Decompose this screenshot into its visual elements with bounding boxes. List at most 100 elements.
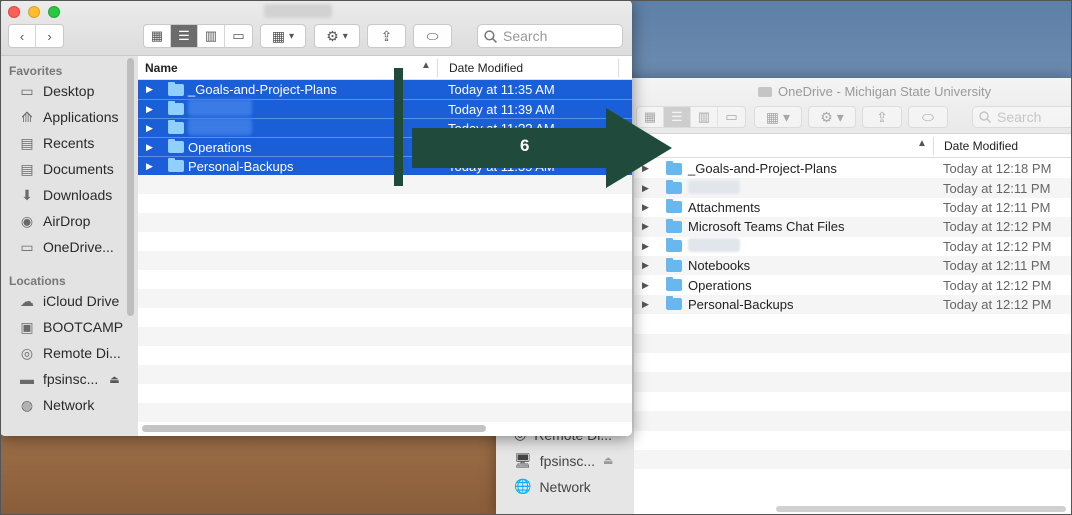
- disclosure-triangle-icon[interactable]: ▶: [642, 221, 652, 232]
- disclosure-triangle-icon[interactable]: ▶: [146, 104, 156, 115]
- file-name: [188, 99, 448, 119]
- sidebar-item-computer[interactable]: ▬ fpsinsc... ⏏: [18, 370, 120, 388]
- folder-icon: [168, 158, 184, 172]
- empty-row: [138, 308, 632, 327]
- gear-icon: ⚙: [326, 27, 339, 44]
- gear-icon[interactable]: ⚙ ▾: [808, 106, 856, 128]
- eject-icon[interactable]: ⏏: [109, 373, 119, 386]
- close-window-button[interactable]: [8, 6, 20, 18]
- sidebar-item-cloud[interactable]: ☁ iCloud Drive: [18, 292, 119, 310]
- icon-view-icon[interactable]: ▦: [144, 25, 171, 47]
- sidebar-heading-favorites: Favorites: [9, 64, 63, 78]
- empty-row: [634, 469, 1072, 488]
- table-row[interactable]: ▶ Microsoft Teams Chat Files Today at 12:1…: [634, 217, 1072, 237]
- sidebar-item-applications[interactable]: ⟰ Applications: [18, 108, 118, 126]
- sidebar-item-disk[interactable]: ▣ BOOTCAMP: [18, 318, 123, 336]
- date-modified: Today at 12:12 PM: [943, 277, 1052, 293]
- disclosure-triangle-icon[interactable]: ▶: [642, 280, 652, 291]
- zoom-window-button[interactable]: [48, 6, 60, 18]
- date-modified: Today at 12:12 PM: [943, 219, 1052, 235]
- gallery-view-icon[interactable]: ▭: [718, 107, 745, 127]
- list-view-icon[interactable]: ☰: [171, 25, 198, 47]
- column-header-name[interactable]: Name: [145, 61, 178, 75]
- view-switcher[interactable]: ▦ ☰ ▥ ▭: [143, 24, 253, 48]
- group-by-button[interactable]: ▦ ▾: [260, 24, 306, 48]
- action-button[interactable]: ⚙ ▾: [314, 24, 360, 48]
- gallery-view-icon[interactable]: ▭: [225, 25, 252, 47]
- file-name: Attachments: [688, 199, 761, 215]
- eject-icon[interactable]: ⏏: [603, 454, 613, 467]
- empty-row: [634, 450, 1072, 470]
- table-row[interactable]: ▶ Personal-Backups Today at 12:12 PM: [634, 294, 1072, 315]
- drag-arrow-icon: [412, 108, 672, 188]
- sidebar-item-network[interactable]: 🌐 Network: [514, 478, 591, 495]
- sidebar-item-network[interactable]: ◍ Network: [18, 396, 94, 414]
- group-icon: ▦: [271, 27, 286, 44]
- onedrive-search-input[interactable]: Search: [972, 106, 1072, 128]
- onedrive-list-header: ▲ Date Modified: [634, 134, 1072, 158]
- disclosure-triangle-icon[interactable]: ▶: [146, 84, 156, 95]
- column-view-icon[interactable]: ▥: [198, 25, 225, 47]
- share-icon[interactable]: ⇪: [862, 106, 902, 128]
- date-modified: Today at 12:12 PM: [943, 238, 1052, 254]
- horizontal-scrollbar[interactable]: [142, 425, 486, 432]
- redacted-name: [688, 237, 740, 252]
- disclosure-triangle-icon[interactable]: ▶: [642, 260, 652, 271]
- table-row[interactable]: ▶ Notebooks Today at 12:11 PM: [634, 256, 1072, 276]
- file-name: Personal-Backups: [688, 296, 794, 312]
- sidebar-item-recents[interactable]: ▤ Recents: [18, 134, 94, 152]
- disclosure-triangle-icon[interactable]: ▶: [642, 299, 652, 310]
- sidebar-item-downloads[interactable]: ⬇ Downloads: [18, 186, 112, 204]
- chevron-right-icon[interactable]: ›: [36, 25, 63, 47]
- chevron-down-icon: ▾: [289, 30, 295, 42]
- sidebar-item-documents[interactable]: ▤ Documents: [18, 160, 113, 178]
- date-modified: Today at 11:35 AM: [448, 82, 555, 97]
- chevron-down-icon: ▾: [342, 30, 348, 42]
- minimize-window-button[interactable]: [28, 6, 40, 18]
- table-row[interactable]: ▶ _Goals-and-Project-Plans Today at 11:35 …: [138, 80, 632, 99]
- sidebar-item-remote-disc[interactable]: ◎ Remote Di...: [18, 344, 121, 362]
- column-header-date[interactable]: Date Modified: [944, 139, 1018, 153]
- finder-sidebar: Favorites ▭ Desktop ⟰ Applications ▤ Recents ▤…: [0, 56, 138, 436]
- column-view-icon[interactable]: ▥: [691, 107, 718, 127]
- table-row[interactable]: ▶ Attachments Today at 12:11 PM: [634, 198, 1072, 217]
- empty-row: [138, 384, 632, 403]
- disclosure-triangle-icon[interactable]: ▶: [146, 123, 156, 134]
- redacted-name: [688, 179, 740, 194]
- table-row[interactable]: ▶ _Goals-and-Project-Plans Today at 12:18 …: [634, 159, 1072, 178]
- tag-icon[interactable]: ⬭: [908, 106, 948, 128]
- back-forward-buttons[interactable]: ‹ ›: [8, 24, 64, 48]
- folder-icon: [666, 218, 682, 233]
- selection-marker-bar: [394, 68, 403, 186]
- empty-row: [138, 270, 632, 289]
- share-button[interactable]: ⇪: [367, 24, 406, 48]
- share-icon: ⇪: [380, 27, 393, 44]
- tag-button[interactable]: ⬭: [413, 24, 452, 48]
- empty-row: [634, 353, 1072, 372]
- group-icon[interactable]: ▦ ▾: [754, 106, 802, 128]
- sidebar-item-desktop[interactable]: ▭ Desktop: [18, 82, 94, 100]
- chevron-left-icon[interactable]: ‹: [9, 25, 36, 47]
- table-row[interactable]: ▶ Today at 12:12 PM: [634, 237, 1072, 256]
- sidebar-item-computer[interactable]: 🖥 fpsinsc... ⏏: [514, 452, 613, 469]
- date-modified: Today at 12:11 PM: [943, 199, 1051, 215]
- folder-icon: [666, 257, 682, 272]
- search-input[interactable]: Search: [477, 24, 623, 48]
- airdrop-icon: ◉: [20, 212, 34, 229]
- sidebar-item-airdrop[interactable]: ◉ AirDrop: [18, 212, 91, 230]
- disclosure-triangle-icon[interactable]: ▶: [146, 161, 156, 172]
- empty-row: [634, 372, 1072, 392]
- disclosure-triangle-icon[interactable]: ▶: [146, 142, 156, 153]
- network-icon: 🌐: [514, 478, 532, 494]
- sort-ascending-icon[interactable]: ▲: [917, 138, 927, 149]
- sort-ascending-icon[interactable]: ▲: [421, 60, 431, 71]
- sidebar-scrollbar[interactable]: [127, 58, 134, 316]
- empty-row: [138, 194, 632, 213]
- table-row[interactable]: ▶ Operations Today at 12:12 PM: [634, 275, 1072, 294]
- table-row[interactable]: ▶ Today at 12:11 PM: [634, 178, 1072, 198]
- onedrive-horizontal-scrollbar[interactable]: [776, 506, 1066, 512]
- disclosure-triangle-icon[interactable]: ▶: [642, 241, 652, 252]
- disclosure-triangle-icon[interactable]: ▶: [642, 202, 652, 213]
- column-header-date[interactable]: Date Modified: [449, 61, 523, 75]
- sidebar-item-folder[interactable]: ▭ OneDrive...: [18, 238, 113, 256]
